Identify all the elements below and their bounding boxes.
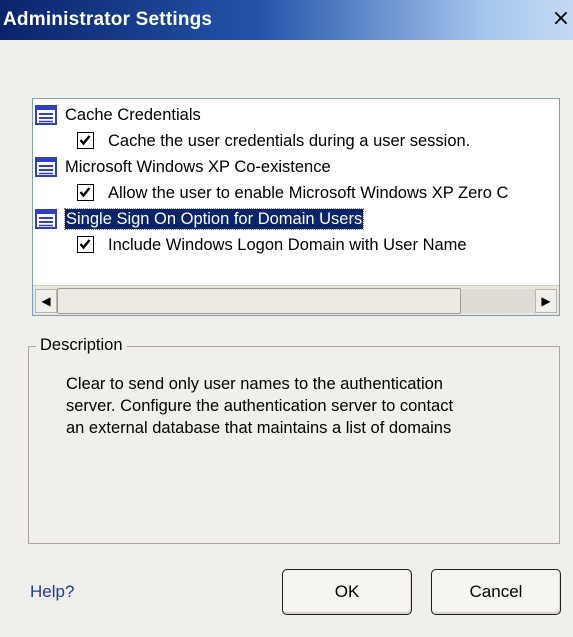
list-option-cache-user-credentials[interactable]: Cache the user credentials during a user… [77,128,470,154]
scroll-left-arrow-icon[interactable]: ◀ [35,289,57,313]
horizontal-scrollbar[interactable]: ◀ ▶ [33,285,559,315]
list-group-single-sign-on[interactable]: Single Sign On Option for Domain Users [35,206,365,232]
cancel-button[interactable]: Cancel [431,569,561,615]
close-icon[interactable]: × [549,8,573,32]
window-title: Administrator Settings [3,9,213,30]
list-option-include-logon-domain[interactable]: Include Windows Logon Domain with User N… [77,232,467,258]
list-group-label-selected: Single Sign On Option for Domain Users [63,208,365,230]
list-group-label: Cache Credentials [65,106,201,124]
list-icon [35,156,57,177]
help-link[interactable]: Help? [30,582,74,602]
description-text: Clear to send only user names to the aut… [66,375,454,437]
list-group-label: Microsoft Windows XP Co-existence [65,158,331,176]
checkbox-checked-icon[interactable] [77,184,94,202]
scroll-right-arrow-icon[interactable]: ▶ [535,289,557,313]
list-option-label: Allow the user to enable Microsoft Windo… [108,184,509,202]
checkbox-checked-icon[interactable] [77,236,94,254]
scrollbar-track[interactable] [461,289,535,313]
list-group-cache-credentials[interactable]: Cache Credentials [35,102,201,128]
checkbox-checked-icon[interactable] [77,132,94,150]
ok-button[interactable]: OK [282,569,412,615]
list-group-xp-coexistence[interactable]: Microsoft Windows XP Co-existence [35,154,331,180]
list-option-label: Include Windows Logon Domain with User N… [108,236,467,254]
description-legend: Description [36,336,127,355]
scrollbar-thumb[interactable] [57,288,461,314]
settings-list[interactable]: Cache Credentials Cache the user credent… [32,98,560,316]
list-option-allow-xp-zero-config[interactable]: Allow the user to enable Microsoft Windo… [77,180,508,206]
dialog-window: Administrator Settings × Cache Credentia… [0,0,573,637]
title-bar[interactable]: Administrator Settings × [0,0,573,40]
settings-list-items: Cache Credentials Cache the user credent… [33,99,559,285]
list-option-label: Cache the user credentials during a user… [108,132,471,150]
list-icon [35,104,57,125]
list-icon [35,208,57,229]
